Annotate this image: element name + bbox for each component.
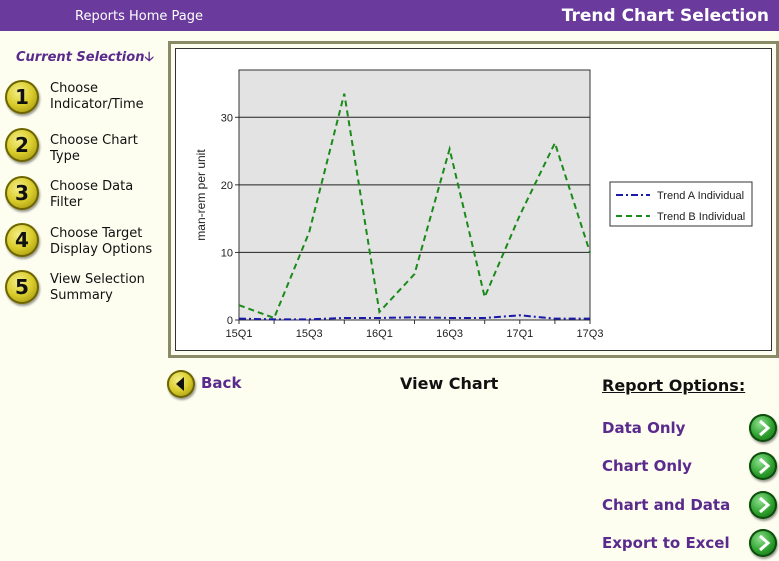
- header-bar: Reports Home Page Trend Chart Selection: [0, 0, 779, 31]
- step-number-badge: 1: [5, 80, 39, 114]
- step-label: Choose Indicator/Time: [50, 81, 144, 112]
- x-tick-label: 17Q1: [506, 328, 533, 340]
- trend-chart: 0 10 20 30 15Q1 15Q3 16Q1 16Q3 17Q1 17Q3 man-rem p…: [194, 69, 753, 340]
- back-arrow-icon: [167, 370, 195, 398]
- chart-and-data-option[interactable]: Chart and Data: [602, 491, 777, 521]
- go-arrow-icon[interactable]: [749, 529, 777, 557]
- y-tick-label: 20: [221, 180, 233, 192]
- chart-only-option[interactable]: Chart Only: [602, 452, 777, 482]
- current-selection-heading: Current Selection🡣: [16, 48, 154, 70]
- option-label: Chart Only: [602, 457, 692, 475]
- view-chart-link[interactable]: View Chart: [400, 374, 498, 393]
- x-tick-label: 15Q1: [226, 328, 253, 340]
- y-tick-label: 10: [221, 247, 233, 259]
- option-label: Data Only: [602, 419, 686, 437]
- data-only-option[interactable]: Data Only: [602, 414, 777, 444]
- go-arrow-icon[interactable]: [749, 414, 777, 442]
- option-label: Chart and Data: [602, 496, 731, 514]
- x-tick-label: 16Q3: [436, 328, 463, 340]
- back-label: Back: [201, 374, 242, 392]
- step-label: Choose Data Filter: [50, 179, 134, 210]
- y-axis-label: man-rem per unit: [194, 149, 208, 241]
- export-to-excel-option[interactable]: Export to Excel: [602, 529, 777, 559]
- step-label: View Selection Summary: [50, 272, 145, 303]
- step-choose-target-display-options[interactable]: 4 Choose Target Display Options: [5, 223, 165, 263]
- go-arrow-icon[interactable]: [749, 452, 777, 480]
- step-choose-chart-type[interactable]: 2 Choose Chart Type: [5, 128, 165, 168]
- chart-frame: 0 10 20 30 15Q1 15Q3 16Q1 16Q3 17Q1 17Q3 man-rem p…: [168, 41, 779, 358]
- step-choose-indicator-time[interactable]: 1 Choose Indicator/Time: [5, 80, 165, 120]
- step-number-badge: 3: [5, 176, 39, 210]
- x-tick-label: 15Q3: [296, 328, 323, 340]
- step-view-selection-summary[interactable]: 5 View Selection Summary: [5, 270, 165, 310]
- x-tick-label: 16Q1: [366, 328, 393, 340]
- step-number-badge: 5: [5, 270, 39, 304]
- chart-panel: 0 10 20 30 15Q1 15Q3 16Q1 16Q3 17Q1 17Q3 man-rem p…: [175, 48, 772, 351]
- step-label: Choose Chart Type: [50, 133, 138, 164]
- arrow-down-icon: 🡣: [144, 50, 154, 65]
- plot-area: [238, 69, 591, 321]
- x-tick-label: 17Q3: [577, 328, 604, 340]
- y-tick-label: 30: [221, 112, 233, 124]
- reports-home-link[interactable]: Reports Home Page: [75, 9, 203, 24]
- current-selection-label: Current Selection: [16, 50, 145, 65]
- go-arrow-icon[interactable]: [749, 491, 777, 519]
- legend-label: Trend B Individual: [657, 211, 745, 223]
- step-number-badge: 4: [5, 223, 39, 257]
- legend-label: Trend A Individual: [657, 190, 744, 202]
- step-number-badge: 2: [5, 128, 39, 162]
- page-title: Trend Chart Selection: [561, 6, 769, 26]
- report-options-title: Report Options:: [602, 376, 746, 395]
- step-choose-data-filter[interactable]: 3 Choose Data Filter: [5, 176, 165, 216]
- step-label: Choose Target Display Options: [50, 226, 153, 257]
- y-tick-label: 0: [227, 315, 233, 327]
- option-label: Export to Excel: [602, 534, 730, 552]
